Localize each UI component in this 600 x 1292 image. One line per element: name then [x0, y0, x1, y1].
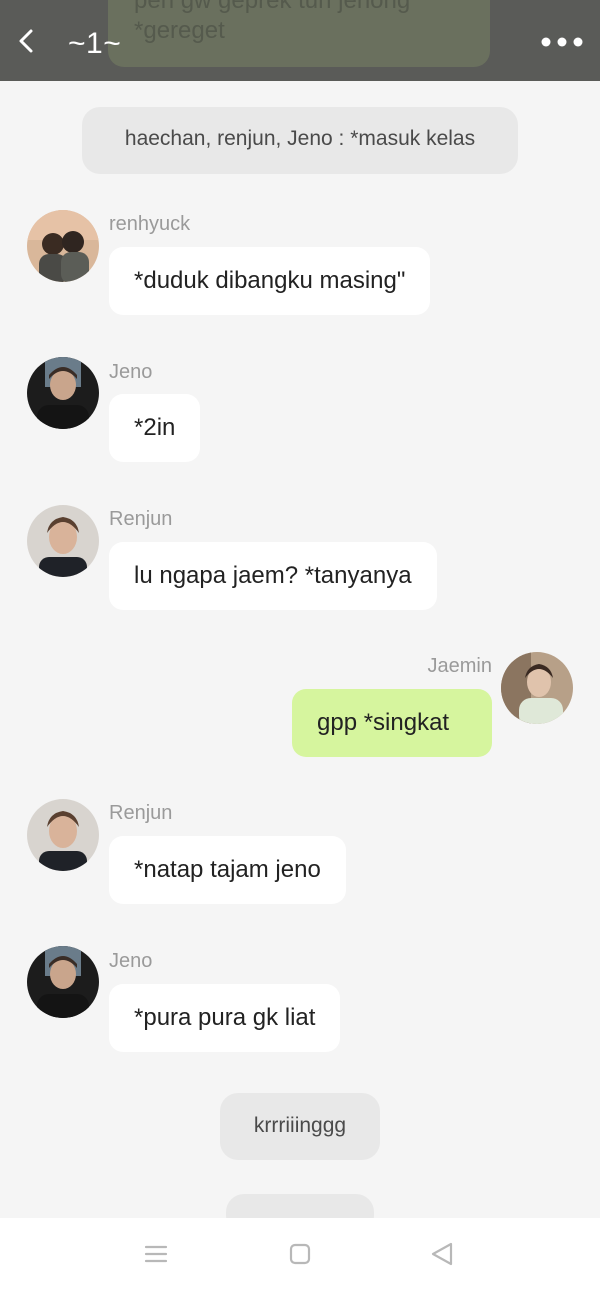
incoming-message-bubble[interactable]: lu ngapa jaem? *tanyanya: [109, 542, 437, 610]
chat-screen: pen gw geprek tuh jenong *gereget ~1~ ha…: [0, 0, 600, 1292]
renjun-avatar[interactable]: [27, 799, 99, 871]
couple-avatar[interactable]: [27, 210, 99, 282]
sender-name: renhyuck: [109, 213, 191, 235]
sender-name: Jaemin: [427, 655, 492, 677]
outgoing-message-bubble[interactable]: gpp *singkat: [292, 689, 492, 757]
system-navigation-bar: [0, 1218, 600, 1292]
system-message-text: krrriiinggg: [253, 1114, 347, 1137]
message-text: *2in: [134, 414, 176, 441]
jeno-avatar[interactable]: [27, 357, 99, 429]
chat-header: pen gw geprek tuh jenong *gereget ~1~: [0, 0, 600, 81]
jeno-avatar[interactable]: [27, 946, 99, 1018]
incoming-message-bubble[interactable]: *2in: [109, 394, 201, 462]
sender-name: Jeno: [109, 950, 153, 972]
home-button[interactable]: [278, 1232, 322, 1276]
recent-apps-button[interactable]: [134, 1232, 178, 1276]
sender-name: Renjun: [109, 802, 173, 824]
system-back-button[interactable]: [420, 1232, 464, 1276]
renjun-avatar[interactable]: [27, 505, 99, 577]
scrolled-message-text: pen gw geprek tuh jenong *gereget: [134, 0, 411, 44]
system-message-text: haechan, renjun, Jeno : *masuk kelas: [124, 127, 476, 150]
back-triangle-icon: [431, 1242, 453, 1266]
message-text: *natap tajam jeno: [134, 856, 321, 883]
incoming-message-bubble[interactable]: *natap tajam jeno: [109, 836, 346, 904]
system-message: haechan, renjun, Jeno : *masuk kelas: [82, 107, 518, 174]
incoming-message-bubble[interactable]: *pura pura gk liat: [109, 984, 341, 1052]
more-dots-icon: [541, 37, 583, 47]
home-square-icon: [289, 1243, 311, 1265]
menu-icon: [144, 1245, 168, 1263]
message-text: *pura pura gk liat: [134, 1004, 316, 1031]
incoming-message-bubble[interactable]: *duduk dibangku masing": [109, 247, 431, 315]
message-text: gpp *singkat: [317, 709, 450, 736]
chevron-left-icon: [19, 29, 33, 53]
chat-title: ~1~: [68, 27, 122, 60]
message-text: *duduk dibangku masing": [134, 267, 406, 294]
sender-name: Renjun: [109, 508, 173, 530]
sender-name: Jeno: [109, 361, 153, 383]
message-text: lu ngapa jaem? *tanyanya: [134, 562, 412, 589]
system-message: krrriiinggg: [220, 1093, 380, 1160]
more-options-button[interactable]: [536, 26, 588, 58]
jaemin-avatar[interactable]: [501, 652, 573, 724]
back-button[interactable]: [10, 24, 44, 58]
